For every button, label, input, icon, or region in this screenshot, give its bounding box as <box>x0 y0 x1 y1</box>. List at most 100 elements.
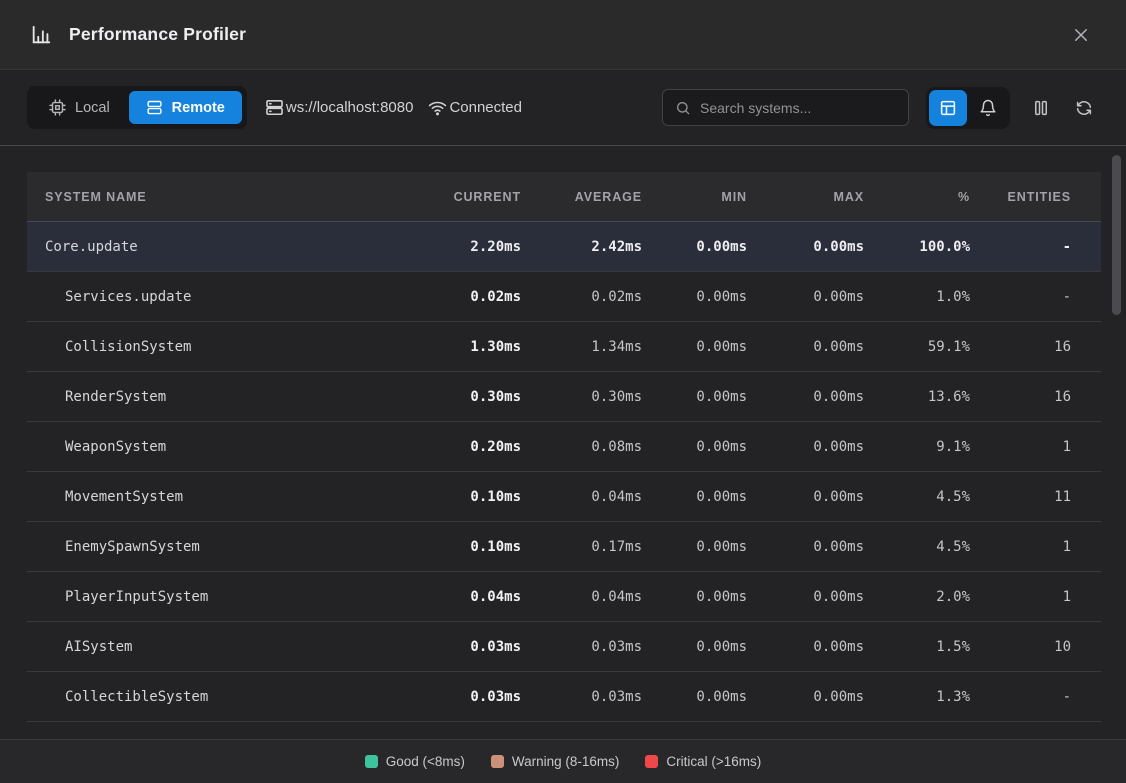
legend-item: Warning (8-16ms) <box>491 754 620 769</box>
vertical-scrollbar-thumb[interactable] <box>1112 155 1121 315</box>
cell-current: 0.30ms <box>406 389 521 405</box>
col-header-average: AVERAGE <box>521 190 642 204</box>
local-tab[interactable]: Local <box>32 91 127 124</box>
cell-current: 0.20ms <box>406 439 521 455</box>
toolbar: Local Remote ws://localhost:8080 <box>0 70 1126 146</box>
search-input[interactable] <box>700 100 896 116</box>
table-body: Core.update2.20ms2.42ms0.00ms0.00ms100.0… <box>27 222 1101 722</box>
search-box[interactable] <box>662 89 909 126</box>
cell-percent: 1.3% <box>864 689 970 705</box>
cell-name: WeaponSystem <box>45 439 406 455</box>
cell-name: RenderSystem <box>45 389 406 405</box>
connection-url: ws://localhost:8080 <box>286 99 414 116</box>
cell-entities: - <box>970 289 1071 305</box>
page-title: Performance Profiler <box>69 24 246 45</box>
connection-status: Connected <box>449 99 522 116</box>
remote-tab-label: Remote <box>172 100 225 116</box>
cell-entities: 1 <box>970 439 1071 455</box>
cell-name: Services.update <box>45 289 406 305</box>
cell-name: EnemySpawnSystem <box>45 539 406 555</box>
local-tab-label: Local <box>75 100 110 116</box>
remote-tab[interactable]: Remote <box>129 91 242 124</box>
cell-current: 0.04ms <box>406 589 521 605</box>
cell-percent: 1.5% <box>864 639 970 655</box>
cell-percent: 2.0% <box>864 589 970 605</box>
cell-current: 0.03ms <box>406 639 521 655</box>
refresh-button[interactable] <box>1069 93 1099 123</box>
cell-min: 0.00ms <box>642 489 747 505</box>
table-row[interactable]: CollisionSystem1.30ms1.34ms0.00ms0.00ms5… <box>27 322 1101 372</box>
legend-swatch <box>365 755 378 768</box>
legend-swatch <box>645 755 658 768</box>
table-row[interactable]: MovementSystem0.10ms0.04ms0.00ms0.00ms4.… <box>27 472 1101 522</box>
bar-chart-icon <box>30 24 52 46</box>
cell-average: 2.42ms <box>521 239 642 255</box>
legend-swatch <box>491 755 504 768</box>
cell-entities: 10 <box>970 639 1071 655</box>
cell-min: 0.00ms <box>642 289 747 305</box>
cell-max: 0.00ms <box>747 589 864 605</box>
source-toggle: Local Remote <box>27 86 247 129</box>
col-header-percent: % <box>864 190 970 204</box>
cell-average: 0.08ms <box>521 439 642 455</box>
cell-max: 0.00ms <box>747 339 864 355</box>
table-row[interactable]: Services.update0.02ms0.02ms0.00ms0.00ms1… <box>27 272 1101 322</box>
cell-min: 0.00ms <box>642 439 747 455</box>
cell-name: Core.update <box>45 239 406 255</box>
table-row[interactable]: PlayerInputSystem0.04ms0.04ms0.00ms0.00m… <box>27 572 1101 622</box>
wifi-icon <box>428 98 447 117</box>
pause-button[interactable] <box>1026 93 1056 123</box>
cell-max: 0.00ms <box>747 489 864 505</box>
pause-icon <box>1032 99 1050 117</box>
table-row[interactable]: WeaponSystem0.20ms0.08ms0.00ms0.00ms9.1%… <box>27 422 1101 472</box>
col-header-max: MAX <box>747 190 864 204</box>
table-row[interactable]: CollectibleSystem0.03ms0.03ms0.00ms0.00m… <box>27 672 1101 722</box>
legend-item: Critical (>16ms) <box>645 754 761 769</box>
view-toggle-group <box>926 87 1010 129</box>
table-layout-icon <box>939 99 957 117</box>
cell-current: 0.10ms <box>406 539 521 555</box>
legend-label: Warning (8-16ms) <box>512 754 620 769</box>
cell-entities: 16 <box>970 339 1071 355</box>
cell-name: CollisionSystem <box>45 339 406 355</box>
table-row[interactable]: EnemySpawnSystem0.10ms0.17ms0.00ms0.00ms… <box>27 522 1101 572</box>
table-row[interactable]: AISystem0.03ms0.03ms0.00ms0.00ms1.5%10 <box>27 622 1101 672</box>
cell-current: 1.30ms <box>406 339 521 355</box>
cell-max: 0.00ms <box>747 289 864 305</box>
alerts-button[interactable] <box>969 90 1007 126</box>
cell-entities: - <box>970 689 1071 705</box>
col-header-entities: ENTITIES <box>970 190 1071 204</box>
cell-average: 0.03ms <box>521 689 642 705</box>
cell-min: 0.00ms <box>642 389 747 405</box>
legend-label: Critical (>16ms) <box>666 754 761 769</box>
col-header-min: MIN <box>642 190 747 204</box>
cell-max: 0.00ms <box>747 539 864 555</box>
table-view-button[interactable] <box>929 90 967 126</box>
connection-url-item: ws://localhost:8080 <box>265 98 414 117</box>
cell-average: 0.02ms <box>521 289 642 305</box>
systems-table: SYSTEM NAME CURRENT AVERAGE MIN MAX % EN… <box>27 172 1101 722</box>
table-row[interactable]: Core.update2.20ms2.42ms0.00ms0.00ms100.0… <box>27 222 1101 272</box>
cell-name: AISystem <box>45 639 406 655</box>
cell-average: 1.34ms <box>521 339 642 355</box>
cell-percent: 1.0% <box>864 289 970 305</box>
close-icon <box>1072 26 1090 44</box>
cell-name: PlayerInputSystem <box>45 589 406 605</box>
cell-min: 0.00ms <box>642 589 747 605</box>
cell-min: 0.00ms <box>642 539 747 555</box>
cell-average: 0.04ms <box>521 589 642 605</box>
cell-entities: 16 <box>970 389 1071 405</box>
legend-bar: Good (<8ms) Warning (8-16ms) Critical (>16… <box>0 739 1126 783</box>
cell-min: 0.00ms <box>642 239 747 255</box>
close-button[interactable] <box>1064 18 1098 52</box>
cpu-icon <box>49 99 66 116</box>
cell-average: 0.03ms <box>521 639 642 655</box>
connection-status-item: Connected <box>428 98 522 117</box>
legend-label: Good (<8ms) <box>386 754 465 769</box>
cell-name: CollectibleSystem <box>45 689 406 705</box>
cell-current: 2.20ms <box>406 239 521 255</box>
cell-current: 0.02ms <box>406 289 521 305</box>
table-row[interactable]: RenderSystem0.30ms0.30ms0.00ms0.00ms13.6… <box>27 372 1101 422</box>
cell-current: 0.10ms <box>406 489 521 505</box>
cell-average: 0.04ms <box>521 489 642 505</box>
